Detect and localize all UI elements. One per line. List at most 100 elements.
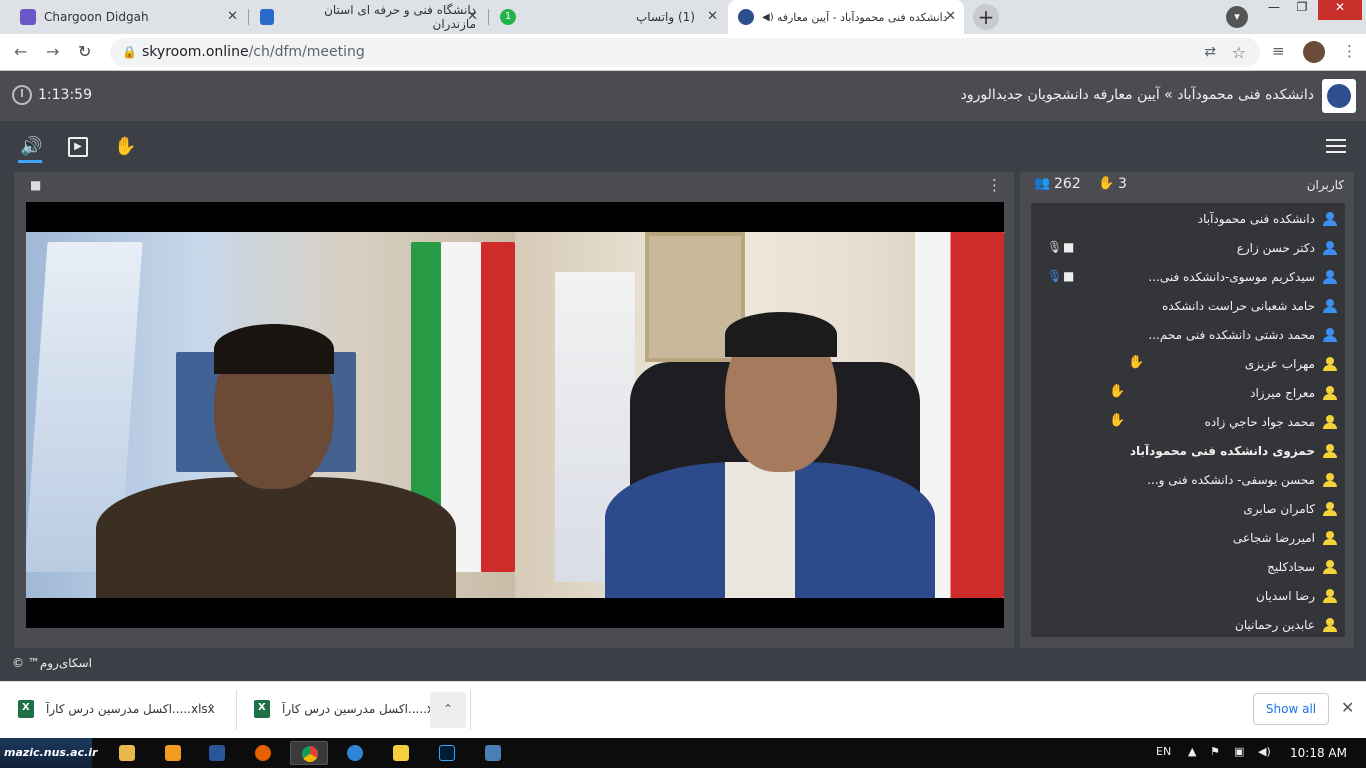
media-control-icon[interactable]: ≡ bbox=[1272, 42, 1285, 60]
user-row[interactable]: مهراب عزیزی ✋ bbox=[1031, 350, 1345, 379]
tab-close-icon[interactable]: ✕ bbox=[467, 9, 478, 24]
windows-taskbar: mazic.nus.ac.ir EN ▲ ⚑ ▣ ◀) 10:18 AM bbox=[0, 738, 1366, 768]
video-feed-right bbox=[515, 232, 1004, 598]
audio-icon[interactable]: 🔊 bbox=[20, 136, 42, 157]
camera-icon[interactable]: ■ bbox=[1063, 240, 1074, 254]
volume-icon[interactable]: ◀) bbox=[1258, 745, 1271, 758]
reload-icon[interactable]: ↻ bbox=[78, 42, 91, 61]
user-name: کامران صابری bbox=[1243, 502, 1315, 516]
minimize-button[interactable]: — bbox=[1262, 0, 1286, 20]
taskbar-explorer[interactable] bbox=[108, 741, 146, 765]
tray-up-icon[interactable]: ▲ bbox=[1188, 745, 1196, 758]
chrome-icon bbox=[302, 746, 318, 762]
user-name: مهراب عزیزی bbox=[1244, 357, 1315, 371]
tab-close-icon[interactable]: ✕ bbox=[227, 9, 238, 24]
user-row[interactable]: محمد دشتی دانشکده فنی محم... bbox=[1031, 321, 1345, 350]
profile-avatar[interactable] bbox=[1303, 41, 1325, 63]
user-row[interactable]: دکتر حسن زارع 🎙 ■ bbox=[1031, 234, 1345, 263]
flag-icon[interactable]: ⚑ bbox=[1210, 745, 1220, 758]
network-icon[interactable]: ▣ bbox=[1234, 745, 1244, 758]
new-tab-button[interactable]: + bbox=[973, 4, 999, 30]
taskbar-clock[interactable]: 10:18 AM bbox=[1290, 746, 1347, 760]
university-icon bbox=[260, 9, 275, 25]
hamburger-menu-icon[interactable] bbox=[1326, 139, 1346, 153]
restore-button[interactable]: ❐ bbox=[1290, 0, 1314, 20]
forward-icon[interactable]: → bbox=[46, 42, 59, 61]
user-row[interactable]: حامد شعبانی حراست دانشکده bbox=[1031, 292, 1345, 321]
close-window-button[interactable]: ✕ bbox=[1318, 0, 1362, 20]
user-name: دکتر حسن زارع bbox=[1236, 241, 1315, 255]
person-left-body bbox=[96, 477, 456, 598]
app-icon bbox=[347, 745, 363, 761]
close-downloads-icon[interactable]: ✕ bbox=[1341, 698, 1354, 717]
user-row[interactable]: حمزوی دانشکده فنی محمودآباد bbox=[1031, 437, 1345, 466]
user-icon bbox=[1323, 269, 1337, 285]
user-row[interactable]: کامران صابری bbox=[1031, 495, 1345, 524]
user-name: عابدین رحمانیان bbox=[1235, 618, 1315, 632]
user-row[interactable]: محمد جواد حاجي زاده ✋ bbox=[1031, 408, 1345, 437]
tab-whatsapp[interactable]: 1 (1) واتساپ ✕ bbox=[490, 0, 726, 34]
taskbar-viewer[interactable] bbox=[382, 741, 420, 765]
users-header: 👥 262 ✋ 3 کاربران bbox=[1020, 172, 1354, 200]
tab-skyroom[interactable]: ◀) دانشکده فنی محمودآباد - آیین معارفه د… bbox=[728, 0, 964, 34]
bookmark-star-icon[interactable]: ☆ bbox=[1232, 38, 1246, 67]
copyright-text: اسکای‌روم™ © bbox=[12, 656, 92, 670]
tab-title: دانشگاه فنی و حرفه ای استان مازندران bbox=[324, 3, 476, 31]
video-icon[interactable]: ▶ bbox=[68, 137, 88, 157]
tab-university[interactable]: دانشگاه فنی و حرفه ای استان مازندران ✕ bbox=[250, 0, 486, 34]
download-item[interactable]: اکسل مدرسین درس کارآ.....xlsx ⌃ bbox=[236, 690, 470, 730]
remote-desktop-icon bbox=[485, 745, 501, 761]
taskbar-word[interactable] bbox=[198, 741, 236, 765]
user-row[interactable]: عابدین رحمانیان bbox=[1031, 611, 1345, 640]
url-field[interactable]: 🔒 skyroom.online/ch/dfm/meeting ⇄ ☆ bbox=[110, 38, 1260, 67]
tab-chargoon[interactable]: Chargoon Didgah ✕ bbox=[10, 0, 246, 34]
tab-search-icon[interactable]: ▾ bbox=[1226, 6, 1248, 28]
user-icon bbox=[1323, 530, 1337, 546]
chevron-up-icon[interactable]: ⌃ bbox=[206, 702, 216, 716]
user-name: سجادکلیج bbox=[1267, 560, 1315, 574]
video-area bbox=[26, 202, 1004, 628]
taskbar-media[interactable] bbox=[154, 741, 192, 765]
user-row[interactable]: سیدکریم موسوی-دانشکده فنی... 🎙 ■ bbox=[1031, 263, 1345, 292]
taskbar-photoshop[interactable] bbox=[428, 741, 466, 765]
hand-count-icon: ✋ bbox=[1098, 176, 1115, 191]
user-icon bbox=[1323, 443, 1337, 459]
video-options-icon[interactable]: ⋮ bbox=[987, 176, 1002, 194]
download-item[interactable]: اکسل مدرسین درس کارآ.....xlsx ⌃ bbox=[0, 690, 234, 730]
tab-close-icon[interactable]: ✕ bbox=[707, 9, 718, 24]
user-row[interactable]: امیررضا شجاعی bbox=[1031, 524, 1345, 553]
user-icon bbox=[1323, 211, 1337, 227]
back-icon[interactable]: ← bbox=[14, 42, 27, 61]
start-button[interactable]: mazic.nus.ac.ir bbox=[0, 738, 97, 768]
raised-hand-icon: ✋ bbox=[1128, 355, 1145, 370]
user-row[interactable]: رضا اسدیان bbox=[1031, 582, 1345, 611]
user-row[interactable]: دانشکده فنی محمودآباد bbox=[1031, 205, 1345, 234]
user-row[interactable]: محسن یوسفی- دانشکده فنی و... bbox=[1031, 466, 1345, 495]
taskbar-chrome[interactable] bbox=[290, 741, 328, 765]
skyroom-logo-icon bbox=[738, 9, 754, 25]
show-all-button[interactable]: Show all bbox=[1253, 693, 1329, 725]
browser-menu-icon[interactable]: ⋮ bbox=[1342, 42, 1357, 60]
chevron-up-icon[interactable]: ⌃ bbox=[430, 692, 466, 728]
microphone-icon[interactable]: 🎙 bbox=[1047, 269, 1062, 283]
tab-title: Chargoon Didgah bbox=[44, 10, 149, 24]
microphone-icon[interactable]: 🎙 bbox=[1047, 240, 1062, 254]
taskbar-app[interactable] bbox=[336, 741, 374, 765]
tab-close-icon[interactable]: ✕ bbox=[945, 9, 956, 24]
whatsapp-badge-icon: 1 bbox=[500, 9, 516, 25]
taskbar-remote[interactable] bbox=[474, 741, 512, 765]
user-row[interactable]: معراج میرزاد ✋ bbox=[1031, 379, 1345, 408]
person-right-hair bbox=[725, 312, 837, 357]
hands-count: 3 bbox=[1118, 176, 1127, 192]
raised-hand-icon: ✋ bbox=[1109, 413, 1126, 428]
users-icon: 👥 bbox=[1034, 176, 1051, 191]
user-icon bbox=[1323, 356, 1337, 372]
language-indicator[interactable]: EN bbox=[1156, 745, 1171, 758]
user-icon bbox=[1323, 327, 1337, 343]
download-filename: اکسل مدرسین درس کارآ.....xlsx bbox=[282, 702, 451, 716]
camera-icon[interactable]: ■ bbox=[1063, 269, 1074, 283]
taskbar-firefox[interactable] bbox=[244, 741, 282, 765]
translate-icon[interactable]: ⇄ bbox=[1204, 38, 1216, 67]
user-row[interactable]: سجادکلیج bbox=[1031, 553, 1345, 582]
raise-hand-icon[interactable]: ✋ bbox=[114, 136, 136, 157]
